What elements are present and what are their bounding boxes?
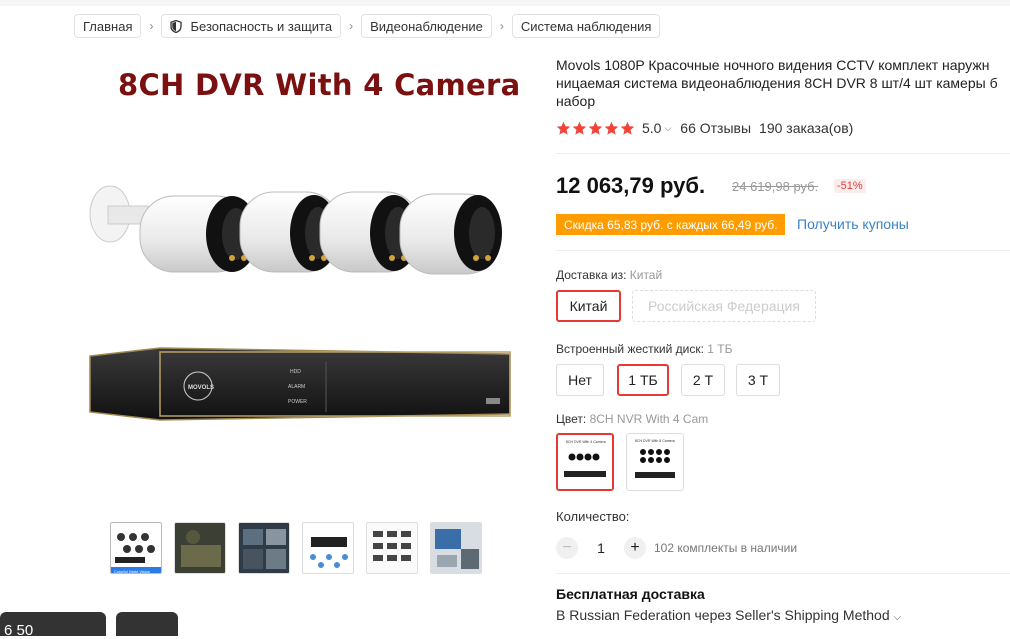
color-title: Цвет: (556, 412, 587, 426)
breadcrumb-security-label: Безопасность и защита (190, 18, 333, 34)
discount-badge: -51% (834, 179, 866, 193)
floating-button-text: 6 50 (4, 622, 34, 639)
ships-from-title: Доставка из: (556, 268, 627, 282)
thumbnail[interactable]: Colorful Night Vision (110, 522, 162, 574)
color-swatch-4cam[interactable]: 8CH DVR With 4 Camera (556, 433, 614, 491)
breadcrumb-separator: › (499, 19, 504, 33)
ships-from-value: Китай (629, 268, 663, 282)
divider (556, 250, 1010, 251)
color-label: Цвет: 8CH NVR With 4 Cam (556, 412, 708, 426)
ships-from-option-russia[interactable]: Российская Федерация (632, 290, 816, 322)
star-icon (588, 121, 603, 135)
hdd-value: 1 ТБ (707, 342, 733, 356)
floating-button-left[interactable]: 6 50 (0, 612, 106, 639)
get-coupons-link[interactable]: Получить купоны (797, 216, 909, 232)
hdd-option-1tb[interactable]: 1 ТБ (617, 364, 669, 396)
quantity-label: Количество: (556, 509, 630, 524)
swatch-caption: 8CH DVR With 8 Camera (635, 439, 675, 443)
delivery-method[interactable]: В Russian Federation через Seller's Ship… (556, 607, 901, 623)
dvr-led-power: POWER (288, 399, 307, 405)
decrement-button[interactable]: − (556, 537, 578, 559)
floating-button-right[interactable] (116, 612, 178, 636)
quantity-value[interactable]: 1 (578, 540, 624, 556)
shield-icon (170, 19, 183, 33)
color-value: 8CH NVR With 4 Cam (589, 412, 709, 426)
dvr-brand: MOVOLS (188, 385, 214, 391)
star-icon (604, 121, 619, 135)
thumbnail[interactable] (302, 522, 354, 574)
breadcrumb-video[interactable]: Видеонаблюдение (361, 14, 492, 38)
divider (556, 153, 1010, 154)
hdd-option-none[interactable]: Нет (556, 364, 604, 396)
current-price: 12 063,79 руб. (556, 173, 706, 198)
breadcrumb-home[interactable]: Главная (74, 14, 142, 38)
divider (556, 573, 1010, 574)
chevron-down-icon[interactable]: ⌵ (664, 123, 671, 134)
thumbnail-strip: Colorful Night Vision (110, 522, 482, 574)
star-icon (556, 121, 571, 135)
thumbnail[interactable] (238, 522, 290, 574)
thumbnail[interactable] (366, 522, 418, 574)
image-heading: 8CH DVR With 4 Camera (118, 68, 521, 102)
breadcrumb-separator: › (149, 19, 154, 33)
hdd-title: Встроенный жесткий диск: (556, 342, 704, 356)
chevron-down-icon[interactable]: ⌵ (894, 612, 902, 623)
ships-from-label: Доставка из: Китай (556, 268, 662, 282)
thumbnail[interactable] (174, 522, 226, 574)
hdd-label: Встроенный жесткий диск: 1 ТБ (556, 342, 732, 356)
coupon-badge: Скидка 65,83 руб. с каждых 66,49 руб. (556, 214, 786, 235)
product-photo: MOVOLS HDD ALARM POWER (89, 185, 511, 421)
reviews-link[interactable]: 66 Отзывы (680, 120, 751, 136)
swatch-caption: 8CH DVR With 4 Camera (566, 440, 606, 444)
hdd-option-3tb[interactable]: 3 Т (736, 364, 780, 396)
star-icon (572, 121, 587, 135)
orders-count: 190 заказа(ов) (759, 120, 854, 136)
stock-count: 102 комплекты в наличии (654, 541, 798, 555)
product-title: Movols 1080P Красочные ночного видения C… (556, 57, 998, 109)
breadcrumb-separator: › (349, 19, 354, 33)
star-icon (620, 121, 635, 135)
increment-button[interactable]: + (624, 537, 646, 559)
delivery-method-text: В Russian Federation через Seller's Ship… (556, 607, 890, 623)
breadcrumb-security[interactable]: Безопасность и защита (161, 14, 342, 38)
dvr-led-hdd: HDD (290, 369, 301, 375)
breadcrumb: Главная › Безопасность и защита › Видеон… (74, 14, 661, 38)
top-strip (0, 0, 1010, 6)
delivery-title: Бесплатная доставка (556, 586, 705, 602)
thumb-caption: Colorful Night Vision (114, 569, 150, 574)
ships-from-option-china[interactable]: Китай (556, 290, 621, 322)
breadcrumb-surveillance[interactable]: Система наблюдения (511, 14, 661, 38)
thumbnail[interactable] (430, 522, 482, 574)
rating-row: 5.0 ⌵ 66 Отзывы 190 заказа(ов) (556, 120, 853, 136)
rating-value[interactable]: 5.0 (642, 120, 661, 136)
star-rating (556, 121, 635, 136)
color-swatch-8cam[interactable]: 8CH DVR With 8 Camera (626, 433, 684, 491)
quantity-stepper: − 1 + 102 комплекты в наличии (556, 537, 797, 559)
old-price: 24 619,98 руб. (732, 179, 819, 194)
dvr-led-alarm: ALARM (288, 384, 305, 390)
hdd-option-2tb[interactable]: 2 Т (681, 364, 725, 396)
